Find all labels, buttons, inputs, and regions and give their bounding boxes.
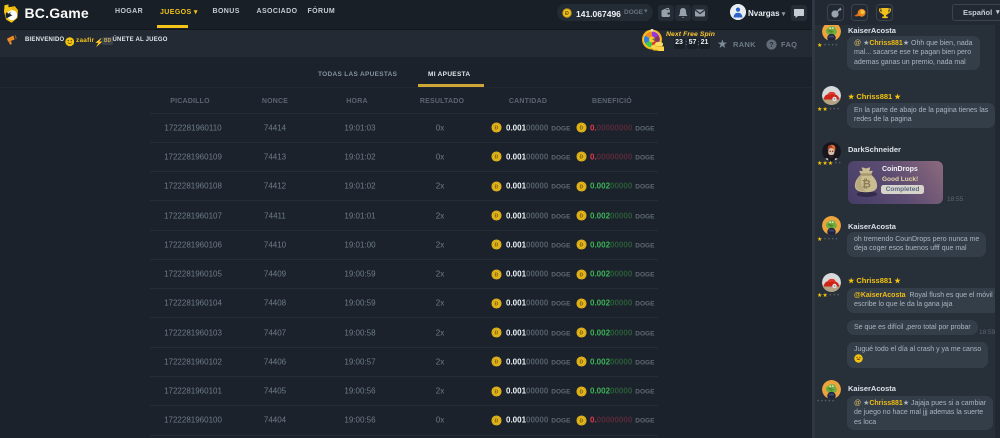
svg-text:Ð: Ð [495, 272, 499, 278]
svg-text:Ð: Ð [495, 126, 499, 132]
svg-text:Ð: Ð [580, 213, 584, 219]
svg-text:Ð: Ð [580, 418, 584, 424]
svg-text:Ð: Ð [580, 243, 584, 249]
svg-text:Ð: Ð [495, 360, 499, 366]
svg-text:Ð: Ð [565, 10, 569, 16]
svg-text:Ð: Ð [495, 243, 499, 249]
svg-text:Ð: Ð [495, 155, 499, 161]
svg-text:Ð: Ð [495, 330, 499, 336]
svg-text:Ð: Ð [580, 360, 584, 366]
svg-text:Ð: Ð [495, 418, 499, 424]
svg-text:Ð: Ð [495, 389, 499, 395]
svg-text:Ð: Ð [580, 389, 584, 395]
svg-text:Ð: Ð [495, 301, 499, 307]
svg-text:Ð: Ð [580, 301, 584, 307]
svg-text:Ð: Ð [580, 184, 584, 190]
svg-text:Ð: Ð [580, 330, 584, 336]
svg-text:₿: ₿ [862, 179, 871, 191]
svg-text:Ð: Ð [580, 126, 584, 132]
svg-text:?: ? [769, 41, 773, 48]
svg-text:Ð: Ð [580, 155, 584, 161]
svg-text:Ð: Ð [495, 213, 499, 219]
svg-text:Ð: Ð [580, 272, 584, 278]
svg-text:Ð: Ð [495, 184, 499, 190]
